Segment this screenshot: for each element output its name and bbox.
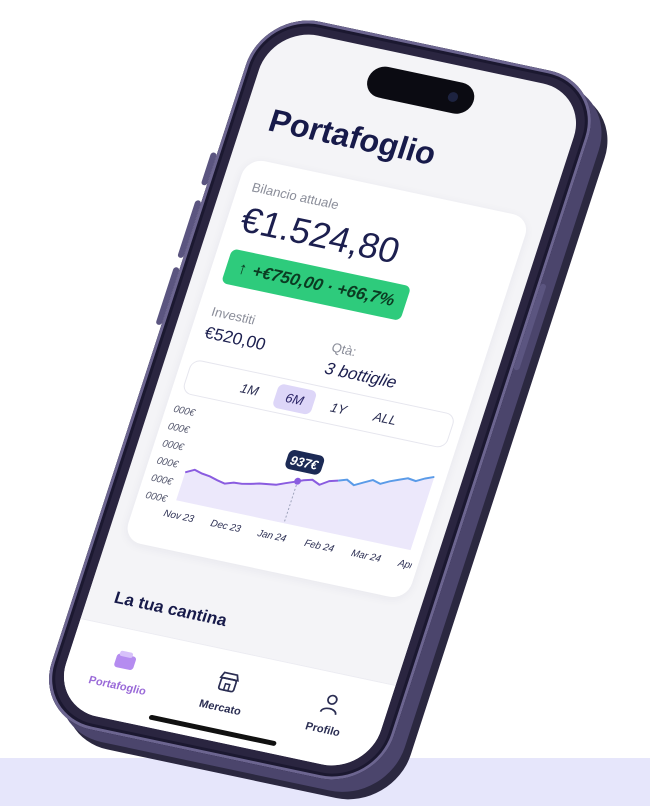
- invested-value: €520,00: [202, 323, 269, 354]
- x-tick-label: Jan 24: [255, 528, 288, 545]
- wallet-icon: [114, 650, 136, 670]
- y-tick-label: 000€: [150, 473, 175, 488]
- tab-6m[interactable]: 6M: [272, 382, 318, 415]
- y-tick-label: 000€: [144, 490, 169, 505]
- app-screen: Portafoglio Bilancio attuale €1.524,80 ↑…: [51, 26, 589, 774]
- x-tick-label: Nov 23: [162, 508, 196, 525]
- tab-label-mercato: Mercato: [197, 697, 243, 719]
- qty-label: Qtà:: [329, 339, 359, 360]
- portfolio-card: Bilancio attuale €1.524,80 ↑ +€750,00 · …: [122, 157, 531, 601]
- gain-text: +€750,00 · +66,7%: [249, 261, 398, 310]
- x-tick-label: Dec 23: [209, 518, 243, 535]
- tab-1y[interactable]: 1Y: [317, 392, 360, 423]
- x-tick-label: Apr 24: [396, 558, 429, 575]
- page-title: Portafoglio: [264, 102, 441, 172]
- x-tick-label: Mar 24: [350, 548, 383, 565]
- tab-profilo[interactable]: Profilo: [271, 681, 384, 748]
- tab-portafoglio[interactable]: Portafoglio: [66, 637, 179, 704]
- y-tick-label: 000€: [166, 421, 191, 436]
- cellar-title: La tua cantina: [111, 588, 230, 630]
- phone-body: Portafoglio Bilancio attuale €1.524,80 ↑…: [33, 9, 607, 791]
- y-tick-label: 000€: [161, 438, 186, 453]
- tab-mercato[interactable]: Mercato: [169, 659, 282, 726]
- dynamic-island: [362, 63, 479, 117]
- y-tick-label: 000€: [155, 456, 180, 471]
- store-icon: [217, 671, 239, 693]
- user-icon: [319, 694, 338, 716]
- arrow-up-icon: ↑: [235, 258, 250, 279]
- tab-1m[interactable]: 1M: [227, 373, 272, 405]
- y-tick-label: 000€: [172, 404, 197, 419]
- tab-all[interactable]: ALL: [360, 402, 410, 435]
- chart-area-fill: [176, 469, 435, 551]
- x-tick-label: Feb 24: [303, 538, 336, 555]
- tab-label-portafoglio: Portafoglio: [86, 674, 148, 698]
- tab-label-profilo: Profilo: [303, 720, 342, 740]
